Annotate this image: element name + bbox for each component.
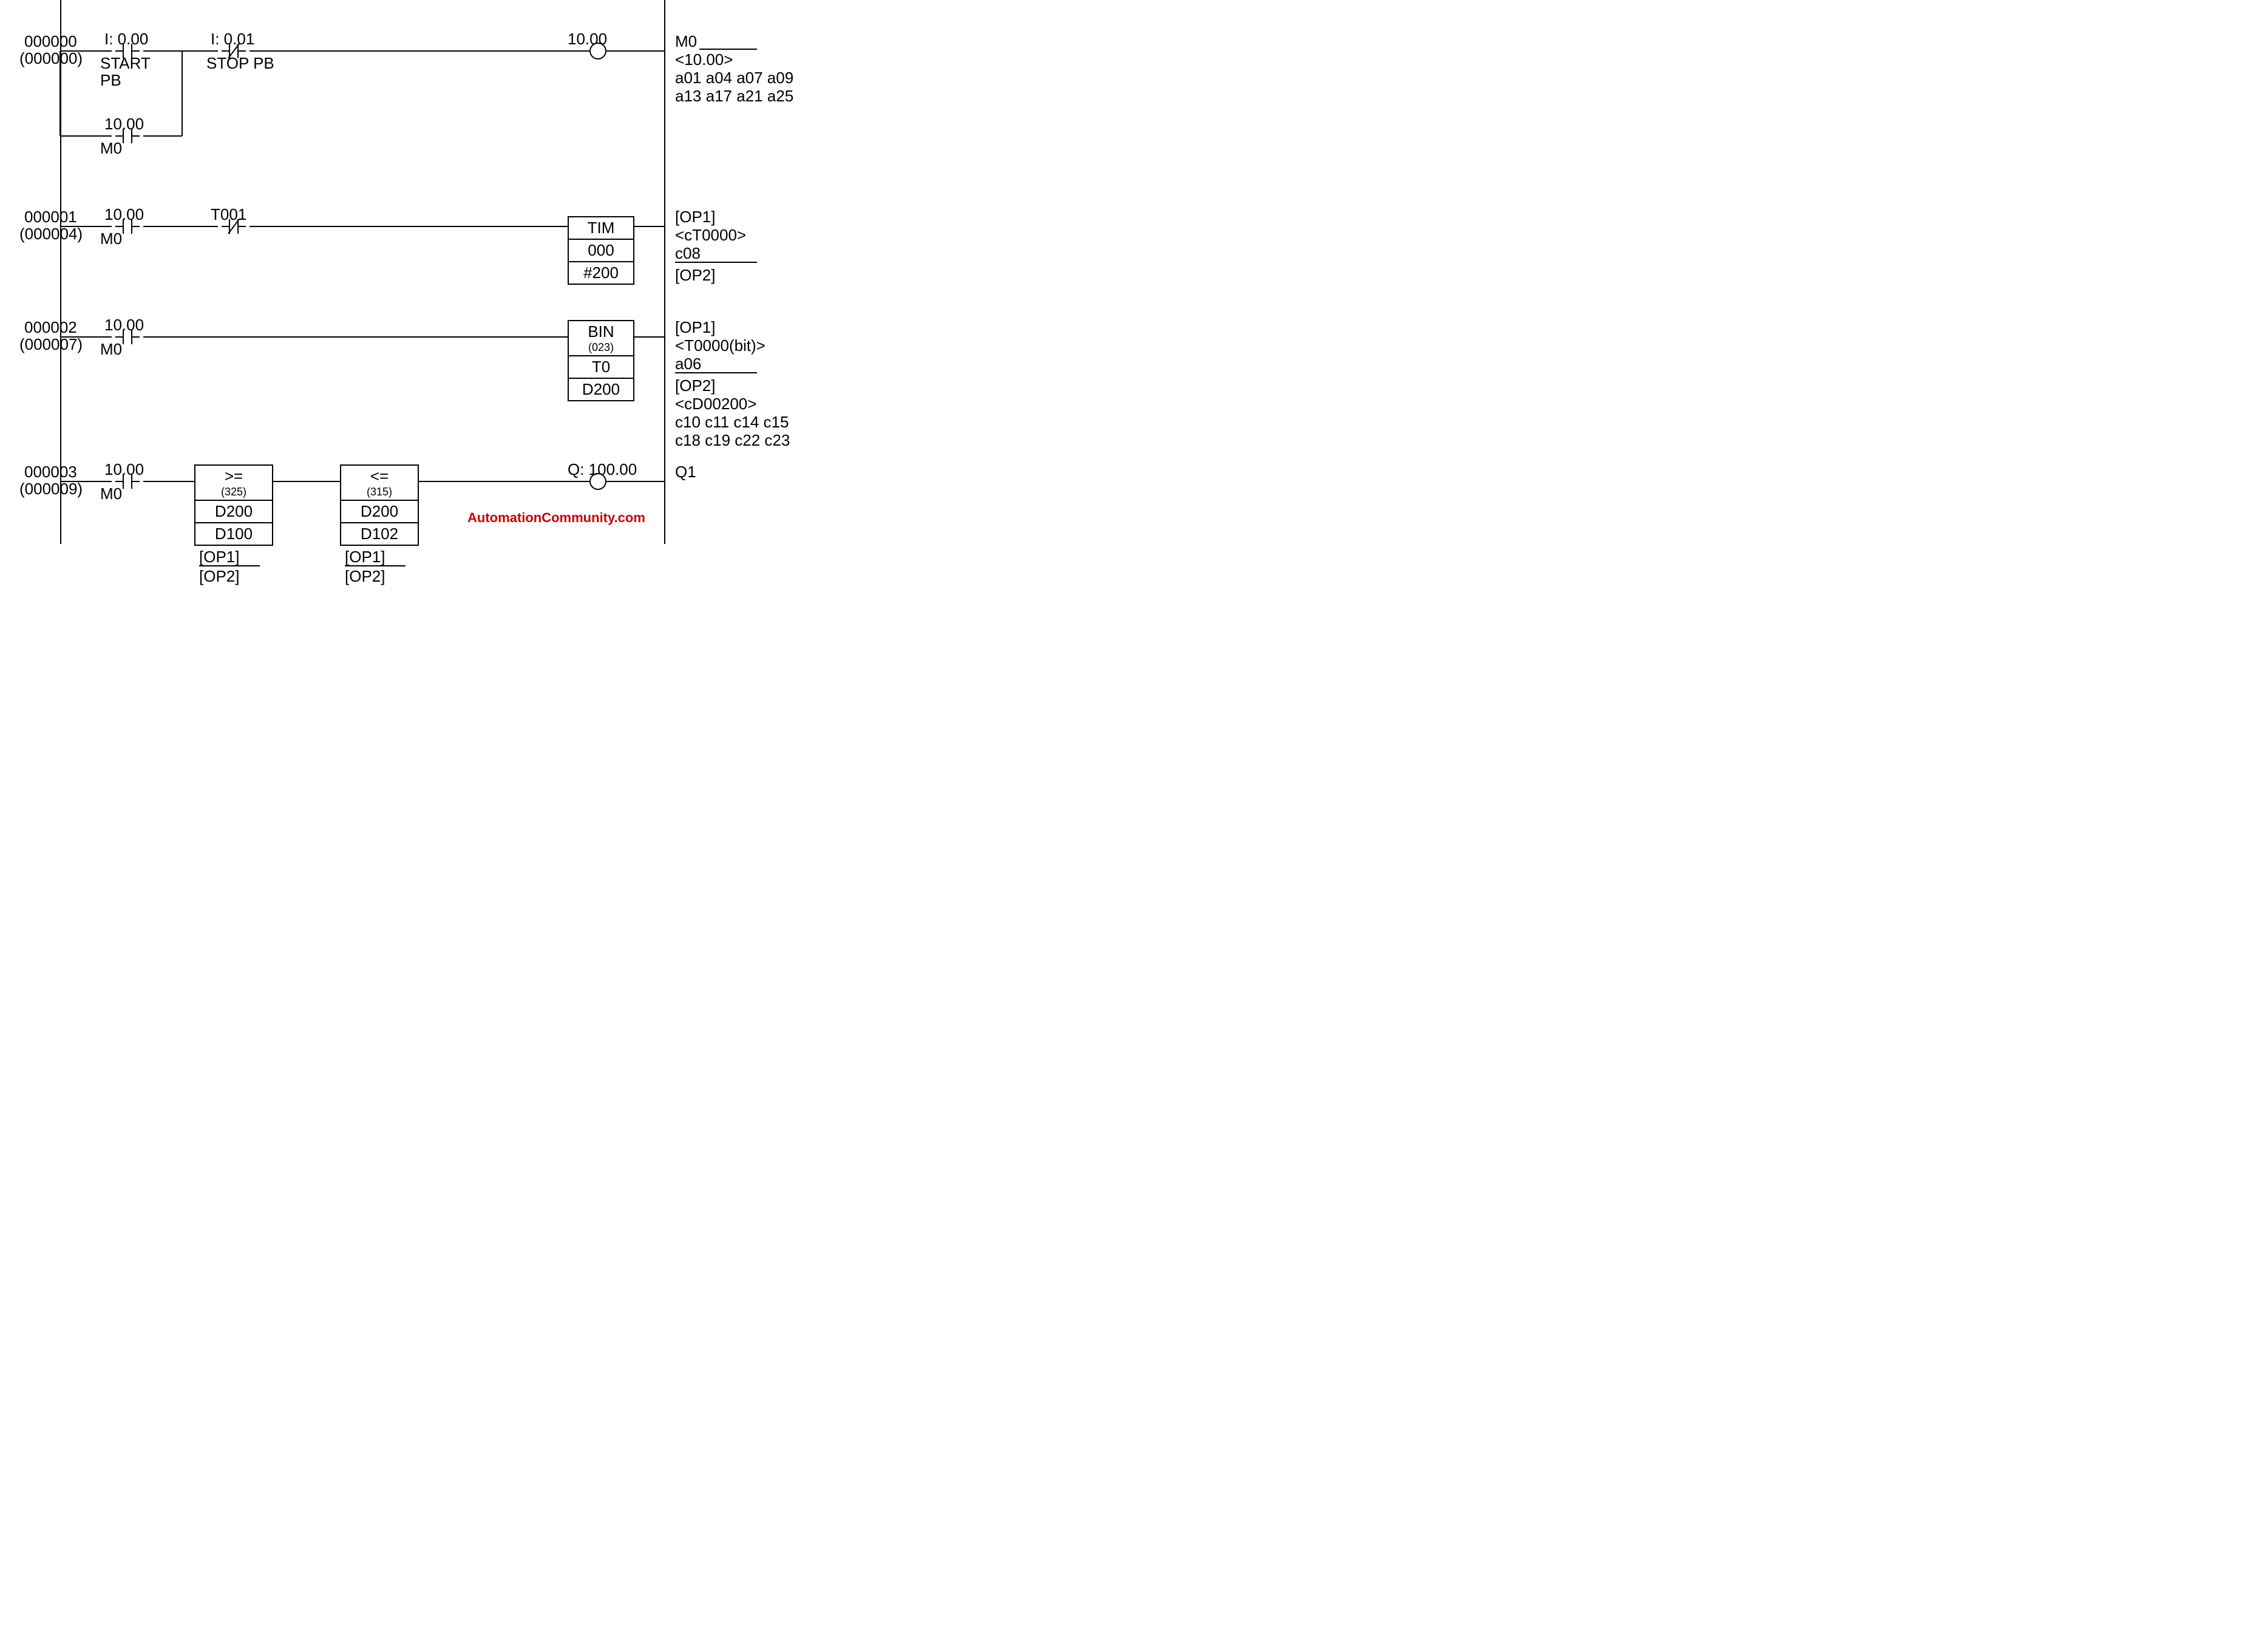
rung-wire xyxy=(143,50,218,52)
rung-wire xyxy=(250,226,568,227)
contact-address: 10.00 xyxy=(104,461,144,479)
xref-extra: [OP2] xyxy=(675,267,715,285)
xref-extra: c18 c19 c22 c23 xyxy=(675,432,790,450)
rung-step-main: 000000 xyxy=(24,33,77,51)
rung-wire xyxy=(606,481,664,482)
rung-step-sub: (000000) xyxy=(19,50,83,68)
xref-subtitle: <cT0000> xyxy=(675,226,746,245)
operand-label: [OP1] xyxy=(345,548,385,566)
ladder-diagram: 000000(000000) I: 0.00 STARTPB I: 0.01 STOP … xyxy=(0,0,756,544)
xref-title: M0 xyxy=(675,33,697,51)
branch-wire xyxy=(143,135,182,137)
rung-wire xyxy=(143,481,194,482)
rung-wire xyxy=(60,226,112,227)
rung-step-sub: (000007) xyxy=(19,336,83,354)
contact-address: I: 0.00 xyxy=(104,30,148,49)
rung-step-sub: (000004) xyxy=(19,225,83,243)
contact-comment: STOP PB xyxy=(206,55,274,73)
branch-wire xyxy=(60,135,112,137)
operand-label: [OP2] xyxy=(199,568,239,586)
watermark: AutomationCommunity.com xyxy=(467,510,645,525)
contact-address: 10.00 xyxy=(104,115,144,134)
xref-title: [OP1] xyxy=(675,208,715,226)
contact-address: I: 0.01 xyxy=(211,30,254,49)
rung-wire xyxy=(60,481,112,482)
output-function-block: TIM000#200 xyxy=(568,216,634,285)
operand-label: [OP1] xyxy=(199,548,239,566)
xref-extra: <cD00200> xyxy=(675,395,756,413)
rung-wire xyxy=(60,336,112,338)
rung-wire xyxy=(634,336,664,338)
contact-address: 10.00 xyxy=(104,316,144,335)
xref-line: a13 a17 a21 a25 xyxy=(675,87,793,106)
xref-line: a06 xyxy=(675,355,701,373)
contact-comment: START xyxy=(100,55,151,73)
contact-address: 10.00 xyxy=(104,206,144,224)
coil-address: 10.00 xyxy=(568,30,607,49)
operand-label: [OP2] xyxy=(345,568,385,586)
output-function-block: BIN(023)T0D200 xyxy=(568,320,634,401)
xref-subtitle: <T0000(bit)> xyxy=(675,337,766,355)
contact-comment: M0 xyxy=(100,485,122,503)
rung-wire xyxy=(143,226,218,227)
rung-wire xyxy=(606,50,664,52)
xref-line: c08 xyxy=(675,245,701,263)
branch-join xyxy=(182,51,183,136)
rung-step-main: 000002 xyxy=(24,319,77,337)
compare-block: <=(315)D200D102 xyxy=(340,464,419,546)
xref-title: Q1 xyxy=(675,463,696,481)
rung-step-sub: (000009) xyxy=(19,480,83,498)
contact-address: T001 xyxy=(211,206,246,224)
contact-comment: M0 xyxy=(100,341,122,359)
contact-comment: M0 xyxy=(100,140,122,158)
xref-extra: c10 c11 c14 c15 xyxy=(675,413,789,432)
xref-subtitle: <10.00> xyxy=(675,51,733,69)
rung-wire xyxy=(419,481,589,482)
rung-wire xyxy=(60,50,112,52)
branch-vline xyxy=(59,51,61,136)
compare-block: >=(325)D200D100 xyxy=(194,464,273,546)
rung-step-main: 000001 xyxy=(24,208,77,226)
contact-comment: M0 xyxy=(100,230,122,248)
rung-wire xyxy=(634,226,664,227)
rung-wire xyxy=(250,50,589,52)
right-power-rail xyxy=(664,0,665,544)
xref-title: [OP1] xyxy=(675,319,715,337)
rung-step-main: 000003 xyxy=(24,463,77,481)
rung-wire xyxy=(273,481,340,482)
xref-line: a01 a04 a07 a09 xyxy=(675,69,793,87)
xref-extra: [OP2] xyxy=(675,377,715,395)
rung-wire xyxy=(143,336,568,338)
contact-comment: PB xyxy=(100,72,121,90)
coil-address: Q: 100.00 xyxy=(568,461,637,479)
